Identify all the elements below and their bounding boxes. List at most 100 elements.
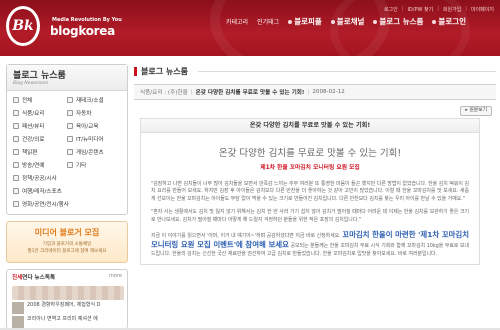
news-widget-title-red: 진세: [12, 275, 23, 281]
divider: |: [307, 89, 310, 95]
category-label: 책읽편: [22, 149, 38, 156]
category-label: IT/뉴미디어: [76, 136, 104, 143]
category-item[interactable]: 건강/의료: [13, 132, 67, 145]
article-paragraph: "혼자 사는 생활에서도 김치 맛 잃지 않기 위해서는 김치 한 번 사러 가…: [151, 209, 469, 223]
signup-link[interactable]: 회원가입: [443, 6, 461, 13]
checkbox-icon: [13, 96, 19, 103]
heading-bar-icon: [134, 66, 137, 76]
checkbox-icon: [13, 174, 19, 181]
category-item[interactable]: 식품/요리: [13, 106, 67, 119]
category-item[interactable]: 책읽편: [13, 145, 67, 158]
logo-name[interactable]: blogkorea: [50, 24, 115, 38]
news-widget: 진세연다 뉴스독톡 more 2008 경향하우징페어, 체험형식 D 코리아나…: [6, 269, 128, 329]
nav-item-blochannel[interactable]: 블로채널: [330, 16, 365, 27]
category-item[interactable]: 방송/연예: [13, 158, 67, 171]
recruit-line: 기업과 블로거의 소통채널: [42, 242, 92, 247]
category-item[interactable]: 전체: [13, 93, 67, 106]
main-content: 블로그 뉴스룸 식품/요리 : (주)한울 | 온갖 다양한 김치를 무료로 맛…: [134, 64, 496, 266]
nav-label: 인기태그: [257, 19, 280, 26]
checkbox-icon: [67, 109, 73, 116]
category-item[interactable]: 기타: [67, 158, 121, 171]
checkbox-icon: [67, 148, 73, 155]
section-title: 블로그 뉴스룸: [141, 66, 188, 76]
bullet-icon: [288, 19, 293, 24]
divider: |: [465, 6, 467, 12]
category-item[interactable]: 재테크/소셜: [67, 93, 121, 106]
recruit-title: 미디어 블로거 모집: [34, 228, 100, 237]
category-item[interactable]: IT/뉴미디어: [67, 132, 121, 145]
divider: |: [437, 6, 439, 12]
login-link[interactable]: 로그인: [384, 6, 398, 13]
category-item[interactable]: 패션/뷰티: [13, 119, 67, 132]
checkbox-icon: [67, 161, 73, 168]
news-widget-title: 진세연다 뉴스독톡 more: [12, 273, 122, 283]
main-nav: 카테고리 인기태그 블로피플 블로채널 블로그 뉴스룸 블로그인: [226, 16, 466, 27]
sidebar: 블로그 뉴스룸 Blog Newsroom 전체 재테크/소셜 식품/요리 자동…: [6, 64, 128, 329]
checkbox-icon: [67, 122, 73, 129]
category-label: 정책/공공/시사: [22, 175, 57, 182]
category-item[interactable]: 자동차: [67, 106, 121, 119]
newsroom-header: 블로그 뉴스룸 Blog Newsroom: [7, 65, 127, 91]
recruit-line: 월1만 크리에이터 블로그에 참여 해보세요: [27, 249, 107, 254]
category-item[interactable]: 게임/콘텐츠: [67, 145, 121, 158]
category-label: 육아/교육: [76, 123, 99, 130]
find-id-link[interactable]: ID/PW 찾기: [407, 6, 433, 13]
nav-label: 블로그인: [438, 17, 467, 26]
category-item[interactable]: 육아/교육: [67, 119, 121, 132]
nav-label: 카테고리: [226, 19, 249, 26]
bullet-icon: [373, 19, 378, 24]
nav-item-blopeople[interactable]: 블로피플: [288, 16, 322, 27]
blogkorea-logo-icon[interactable]: Bk: [6, 6, 40, 46]
logo-tagline: Media Revolution By You: [52, 17, 122, 23]
article-body: 온갖 다양한 김치를 무료로 맛볼 수 있는 기회! 제1차 한울 꼬마김치 모…: [141, 133, 479, 264]
checkbox-icon: [67, 135, 73, 142]
section-heading: 블로그 뉴스룸: [134, 64, 496, 78]
article-sub-title: 제1차 한울 꼬마김치 모니터링 요원 모집: [260, 165, 360, 171]
article-paragraph: "김장하고 나면 김치들이 너무 많아 김치들을 보면서 만족감 느끼는 주부 …: [151, 181, 469, 202]
bullet-icon: [330, 19, 335, 24]
checkbox-icon: [13, 187, 19, 194]
list-item[interactable]: 코리아나 면역고 프리미 예셔션 에: [12, 316, 122, 328]
divider: [197, 70, 496, 72]
view-original-button[interactable]: ▸ 원문보기: [460, 106, 492, 116]
nav-label: 블로그 뉴스룸: [379, 17, 424, 26]
category-item[interactable]: 정책/공공/시사: [13, 171, 121, 184]
mypage-link[interactable]: 마이페이지: [471, 6, 494, 13]
category-item[interactable]: 여행/레저/스포츠: [13, 184, 121, 197]
nav-label: 블로채널: [336, 17, 365, 26]
category-label: 자동차: [76, 110, 92, 117]
article-date: 2008-02-12: [312, 89, 345, 95]
category-label: 영화/공연/전시/행사: [22, 201, 69, 208]
category-label: 여행/레저/스포츠: [22, 188, 62, 195]
nav-item-category[interactable]: 카테고리: [226, 17, 248, 26]
article-box: 온갖 다양한 김치를 무료로 맛볼 수 있는 기회! 온갖 다양한 김치를 무료…: [140, 118, 480, 266]
bullet-icon: [432, 19, 437, 24]
view-original-label: 원문보기: [469, 108, 487, 113]
thumbnail-image: [12, 316, 24, 328]
checkbox-icon: [13, 122, 19, 129]
category-label: 전체: [22, 97, 33, 104]
article-big-title: 온갖 다양한 김치를 무료로 맛볼 수 있는 기회!: [218, 148, 402, 159]
category-label: 건강/의료: [22, 136, 45, 143]
article-category[interactable]: 식품/요리 : (주)한울: [140, 88, 188, 96]
nav-label: 블로피플: [294, 17, 322, 26]
article-headline[interactable]: 온갖 다양한 김치를 무료로 맛볼 수 있는 기회!: [196, 88, 305, 96]
checkbox-icon: [13, 161, 19, 168]
thumbnail-image: [12, 302, 24, 314]
more-link[interactable]: more: [109, 273, 122, 279]
nav-item-newsroom[interactable]: 블로그 뉴스룸: [373, 16, 423, 27]
article-paragraph: 지금 이 이야기를 읽으면서 '어머, 이거 내 얘기야~'하며 공감하셨다면 …: [151, 230, 469, 258]
article-header: 식품/요리 : (주)한울 | 온갖 다양한 김치를 무료로 맛볼 수 있는 기…: [134, 84, 496, 100]
nav-item-bloglogin[interactable]: 블로그인: [432, 16, 466, 27]
blogger-recruit-banner[interactable]: 미디어 블로거 모집 기업과 블로거의 소통채널 월1만 크리에이터 블로그에 …: [6, 221, 128, 263]
checkbox-icon: [13, 135, 19, 142]
list-item[interactable]: 2008 경향하우징페어, 체험형식 D: [12, 302, 122, 314]
nav-item-popular-tags[interactable]: 인기태그: [257, 17, 279, 26]
checkbox-icon: [13, 109, 19, 116]
paragraph-text: 지금 이 이야기를 읽으면서 '어머, 이거 내 얘기야~'하며 공감하셨다면 …: [151, 233, 341, 240]
site-header: Bk Media Revolution By You blogkorea 로그인…: [0, 0, 500, 56]
list-item-text: 2008 경향하우징페어, 체험형식 D: [27, 302, 101, 308]
checkbox-icon: [13, 200, 19, 207]
category-label: 방송/연예: [22, 162, 45, 169]
category-item[interactable]: 영화/공연/전시/행사: [13, 197, 121, 210]
